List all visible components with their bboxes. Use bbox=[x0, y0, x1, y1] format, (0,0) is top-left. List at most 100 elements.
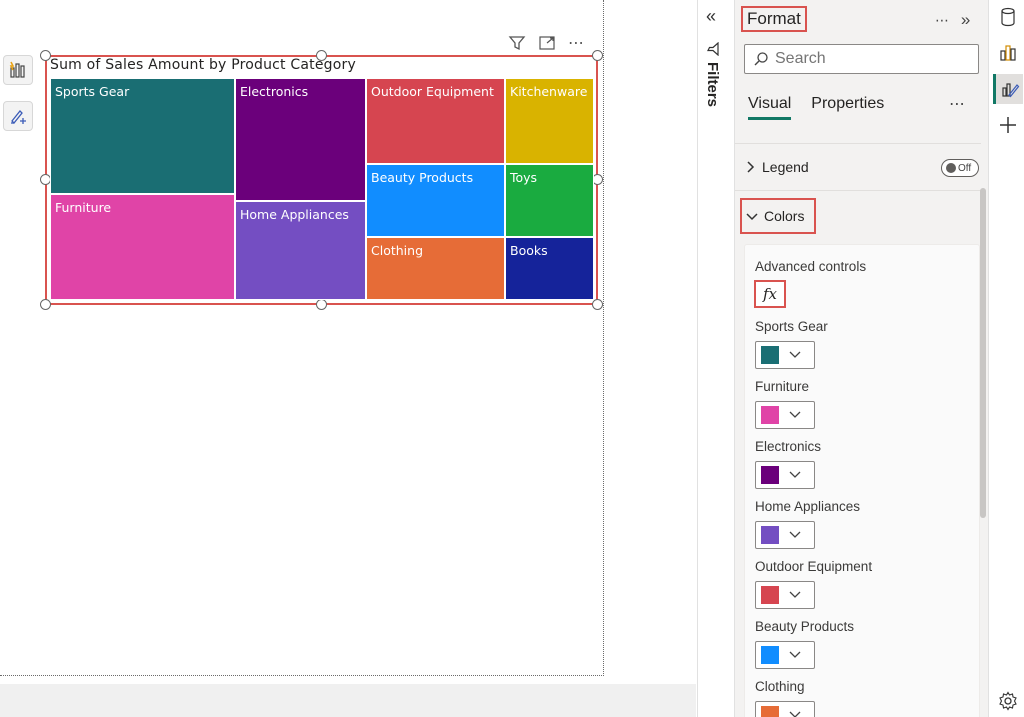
color-setting: Home Appliances bbox=[755, 499, 860, 549]
treemap-tile-label: Beauty Products bbox=[371, 170, 474, 185]
treemap-tile-label: Sports Gear bbox=[55, 84, 130, 99]
more-options-icon[interactable]: ⋯ bbox=[935, 12, 950, 28]
app-root: ⋯ Sum of Sales Amount by Product Categor… bbox=[0, 0, 1024, 717]
advanced-controls-label: Advanced controls bbox=[755, 259, 867, 274]
settings-button[interactable] bbox=[993, 686, 1023, 716]
format-brush-button[interactable] bbox=[3, 101, 33, 131]
divider bbox=[735, 143, 981, 144]
treemap-tile[interactable]: Furniture bbox=[50, 194, 235, 300]
search-field[interactable] bbox=[744, 44, 979, 74]
resize-handle[interactable] bbox=[316, 299, 327, 310]
color-setting-label: Outdoor Equipment bbox=[755, 559, 873, 574]
treemap-tile[interactable]: Clothing bbox=[366, 237, 505, 300]
pane-switcher-rail bbox=[988, 0, 1024, 717]
color-picker-dropdown[interactable] bbox=[755, 521, 815, 549]
color-swatch bbox=[761, 646, 779, 664]
color-swatch bbox=[761, 466, 779, 484]
color-setting-label: Sports Gear bbox=[755, 319, 828, 334]
data-pane-button[interactable] bbox=[993, 2, 1023, 32]
gear-icon bbox=[999, 691, 1017, 711]
color-setting-label: Furniture bbox=[755, 379, 810, 394]
color-picker-dropdown[interactable] bbox=[755, 341, 815, 369]
color-swatch bbox=[761, 586, 779, 604]
treemap-tile-label: Books bbox=[510, 243, 548, 258]
focus-mode-icon[interactable] bbox=[538, 34, 556, 52]
conditional-formatting-fx-button[interactable]: fx bbox=[754, 280, 786, 308]
treemap-tile-label: Home Appliances bbox=[240, 207, 349, 222]
chart-spark-icon bbox=[9, 61, 25, 78]
filters-text: Filters bbox=[704, 62, 721, 108]
paintbrush-chart-icon bbox=[1001, 83, 1019, 98]
divider bbox=[735, 190, 981, 191]
color-setting: Beauty Products bbox=[755, 619, 854, 669]
chevron-down-icon bbox=[789, 351, 801, 358]
more-options-icon[interactable]: ⋯ bbox=[568, 33, 585, 53]
add-pane-button[interactable] bbox=[993, 110, 1023, 140]
chevron-down-icon bbox=[789, 531, 801, 538]
treemap-tile[interactable]: Books bbox=[505, 237, 594, 300]
chevron-down-icon bbox=[746, 213, 758, 221]
color-setting: Clothing bbox=[755, 679, 815, 717]
page-tabs-bar bbox=[0, 684, 696, 717]
colors-label: Colors bbox=[764, 208, 805, 224]
color-swatch bbox=[761, 406, 779, 424]
toggle-state: Off bbox=[958, 162, 972, 174]
chevron-down-icon bbox=[789, 711, 801, 717]
visual-suggestions-button[interactable] bbox=[3, 55, 33, 85]
color-picker-dropdown[interactable] bbox=[755, 461, 815, 489]
color-setting: Furniture bbox=[755, 379, 815, 429]
format-pane-scrollbar[interactable] bbox=[980, 188, 986, 518]
treemap-tile[interactable]: Beauty Products bbox=[366, 164, 505, 237]
treemap-tile[interactable]: Outdoor Equipment bbox=[366, 78, 505, 164]
legend-section-header[interactable]: Legend bbox=[744, 159, 809, 175]
database-icon bbox=[1001, 7, 1015, 27]
treemap-tile-label: Kitchenware bbox=[510, 84, 588, 99]
color-swatch bbox=[761, 706, 779, 717]
visual-header-toolbar: ⋯ bbox=[508, 33, 598, 53]
pane-title: Format bbox=[741, 6, 807, 32]
filters-label[interactable]: Filters bbox=[704, 42, 721, 107]
filter-icon[interactable] bbox=[508, 34, 526, 52]
plus-icon bbox=[1000, 117, 1016, 133]
colors-section-header[interactable]: Colors bbox=[740, 198, 816, 234]
chevron-down-icon bbox=[789, 591, 801, 598]
bar-chart-icon bbox=[1000, 45, 1016, 61]
treemap-tile[interactable]: Electronics bbox=[235, 78, 366, 201]
color-setting-label: Electronics bbox=[755, 439, 822, 454]
collapse-double-chevron-icon[interactable]: « bbox=[706, 6, 716, 27]
treemap-tile[interactable]: Kitchenware bbox=[505, 78, 594, 164]
build-visual-button[interactable] bbox=[993, 38, 1023, 68]
color-setting-label: Beauty Products bbox=[755, 619, 855, 634]
format-visual-button[interactable] bbox=[993, 74, 1023, 104]
color-picker-dropdown[interactable] bbox=[755, 701, 815, 717]
pane-header-icons: ⋯ » bbox=[935, 10, 971, 30]
color-swatch bbox=[761, 346, 779, 364]
color-picker-dropdown[interactable] bbox=[755, 401, 815, 429]
color-setting: Outdoor Equipment bbox=[755, 559, 872, 609]
resize-handle[interactable] bbox=[592, 299, 603, 310]
legend-label: Legend bbox=[762, 159, 809, 175]
chevron-down-icon bbox=[789, 471, 801, 478]
tab-properties[interactable]: Properties bbox=[811, 95, 884, 120]
color-picker-dropdown[interactable] bbox=[755, 581, 815, 609]
legend-toggle[interactable]: Off bbox=[941, 159, 979, 177]
tabs-more-options-icon[interactable]: ⋯ bbox=[949, 94, 965, 114]
color-setting: Sports Gear bbox=[755, 319, 828, 369]
chevron-down-icon bbox=[789, 651, 801, 658]
treemap-tile[interactable]: Home Appliances bbox=[235, 201, 366, 300]
search-input[interactable] bbox=[775, 50, 965, 68]
resize-handle[interactable] bbox=[40, 299, 51, 310]
brush-plus-icon bbox=[11, 110, 26, 124]
treemap-tile[interactable]: Sports Gear bbox=[50, 78, 235, 194]
treemap-tile-label: Electronics bbox=[240, 84, 309, 99]
format-tabs: Visual Properties bbox=[748, 95, 884, 120]
resize-handle[interactable] bbox=[592, 50, 603, 61]
search-icon bbox=[754, 52, 768, 66]
treemap-tile[interactable]: Toys bbox=[505, 164, 594, 237]
color-setting: Electronics bbox=[755, 439, 821, 489]
chevron-down-icon bbox=[789, 411, 801, 418]
color-picker-dropdown[interactable] bbox=[755, 641, 815, 669]
expand-double-chevron-icon[interactable]: » bbox=[961, 10, 971, 29]
filters-pane-collapsed[interactable]: « Filters bbox=[697, 0, 734, 717]
tab-visual[interactable]: Visual bbox=[748, 95, 792, 120]
